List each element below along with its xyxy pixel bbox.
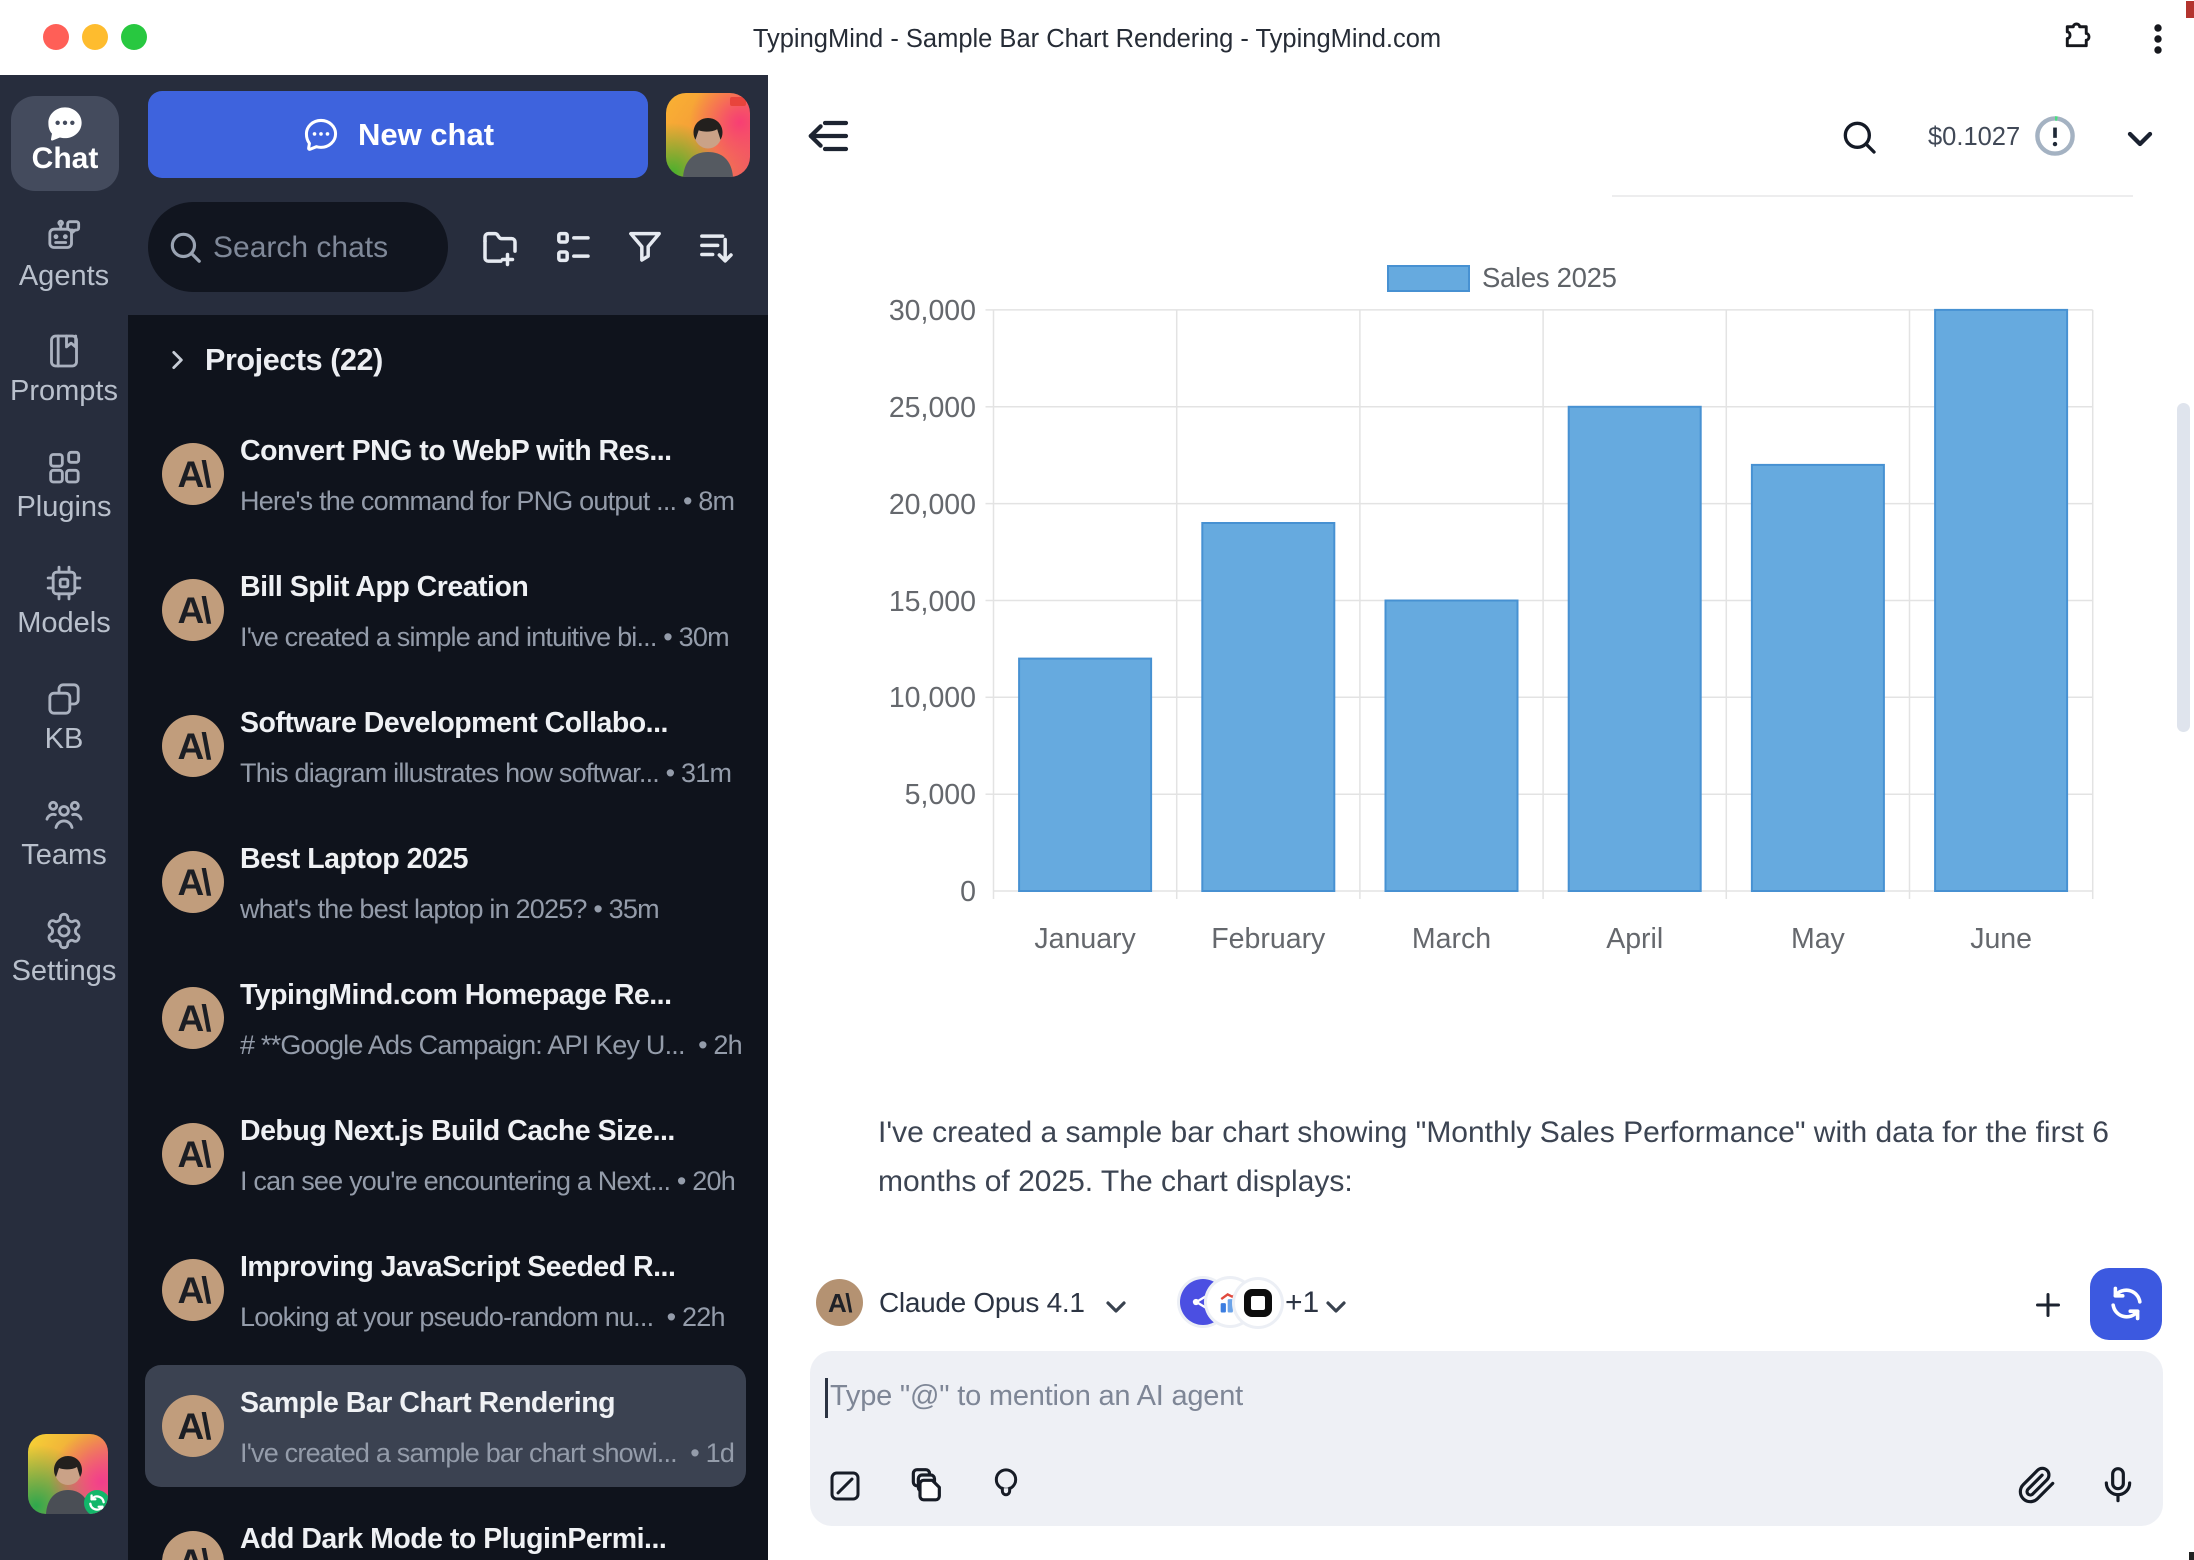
svg-text:30,000: 30,000 xyxy=(889,295,976,327)
svg-text:15,000: 15,000 xyxy=(889,586,976,618)
svg-text:0: 0 xyxy=(960,876,976,908)
svg-text:March: March xyxy=(1412,923,1491,955)
svg-text:5,000: 5,000 xyxy=(905,779,976,811)
svg-text:June: June xyxy=(1970,923,2032,955)
svg-text:10,000: 10,000 xyxy=(889,682,976,714)
svg-text:February: February xyxy=(1211,923,1326,955)
svg-text:20,000: 20,000 xyxy=(889,489,976,521)
svg-text:May: May xyxy=(1791,923,1846,955)
svg-text:25,000: 25,000 xyxy=(889,392,976,424)
svg-text:January: January xyxy=(1034,923,1136,955)
svg-text:Sales 2025: Sales 2025 xyxy=(1482,262,1617,293)
svg-text:April: April xyxy=(1606,923,1663,955)
